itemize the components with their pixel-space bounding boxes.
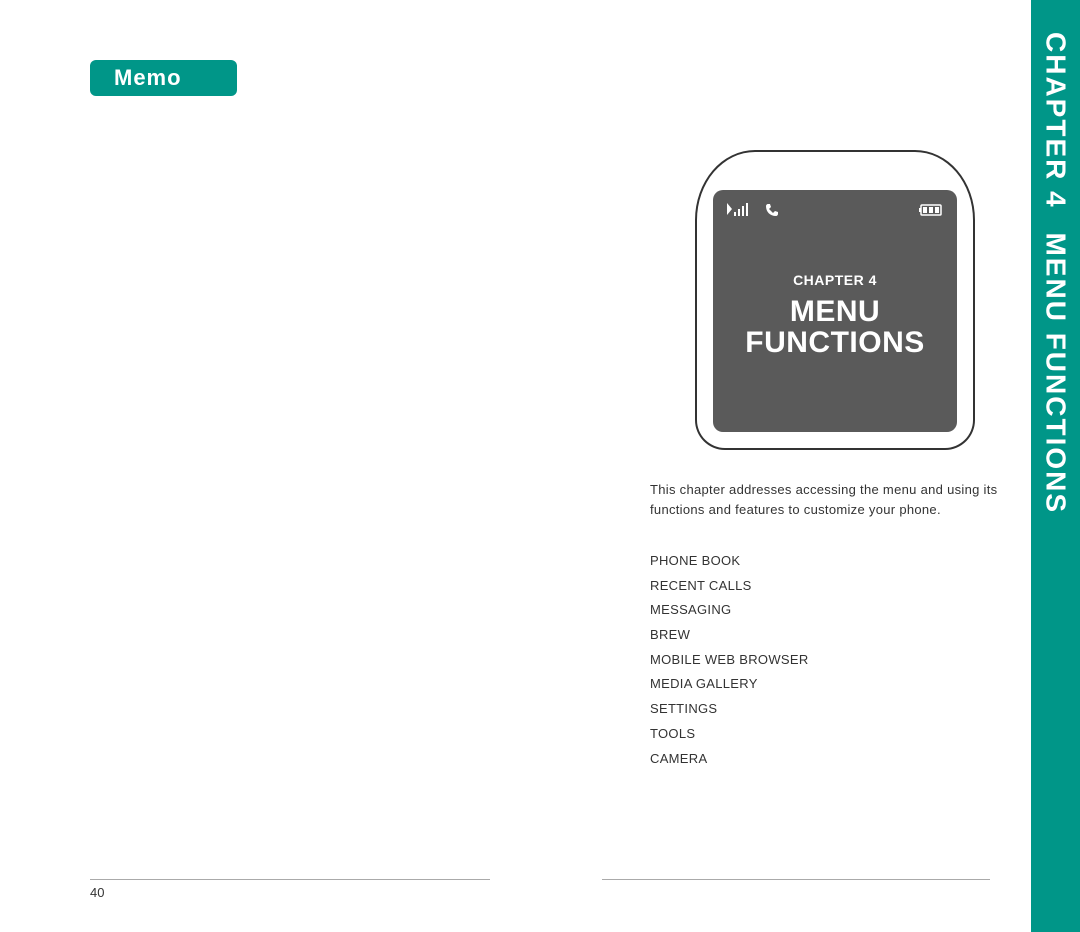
screen-title: MENU FUNCTIONS <box>745 296 925 359</box>
list-item: SETTINGS <box>650 697 1080 722</box>
title-line-1: MENU <box>790 295 880 328</box>
side-tab-chapter: CHAPTER 4 <box>1041 32 1072 209</box>
page-number: 40 <box>90 885 104 900</box>
battery-icon <box>919 204 943 216</box>
phone-active-icon <box>765 203 779 217</box>
title-line-2: FUNCTIONS <box>745 326 925 359</box>
signal-icon <box>727 203 761 217</box>
list-item: MESSAGING <box>650 598 1080 623</box>
phone-screen: CHAPTER 4 MENU FUNCTIONS <box>713 190 957 432</box>
list-item: MEDIA GALLERY <box>650 672 1080 697</box>
right-page: CHAPTER 4 MENU FUNCTIONS This chapter ad… <box>540 0 1080 932</box>
screen-chapter-label: CHAPTER 4 <box>793 272 877 288</box>
side-tab-title: MENU FUNCTIONS <box>1041 232 1072 514</box>
chapter-side-tab: CHAPTER 4 MENU FUNCTIONS <box>1031 0 1080 932</box>
footer-divider-right <box>602 879 990 880</box>
footer-divider-left <box>90 879 490 880</box>
screen-content: CHAPTER 4 MENU FUNCTIONS <box>727 228 943 422</box>
left-page: Memo 40 <box>0 0 540 932</box>
chapter-description: This chapter addresses accessing the men… <box>650 480 1050 519</box>
status-left-icons <box>727 203 779 217</box>
memo-header: Memo <box>90 60 237 96</box>
phone-outline: CHAPTER 4 MENU FUNCTIONS <box>695 150 975 450</box>
list-item: TOOLS <box>650 722 1080 747</box>
list-item: MOBILE WEB BROWSER <box>650 648 1080 673</box>
list-item: BREW <box>650 623 1080 648</box>
side-tab-text: CHAPTER 4 MENU FUNCTIONS <box>1040 32 1072 514</box>
list-item: CAMERA <box>650 747 1080 772</box>
list-item: RECENT CALLS <box>650 574 1080 599</box>
list-item: PHONE BOOK <box>650 549 1080 574</box>
status-bar <box>727 200 943 220</box>
menu-list: PHONE BOOK RECENT CALLS MESSAGING BREW M… <box>650 549 1080 771</box>
page-spread: Memo 40 <box>0 0 1080 932</box>
